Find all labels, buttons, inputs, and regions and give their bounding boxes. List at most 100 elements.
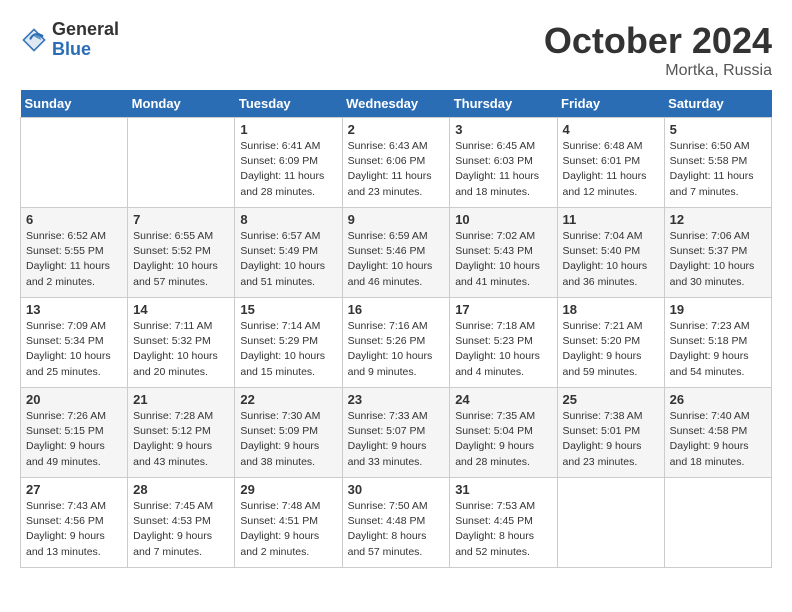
day-info: Sunrise: 7:33 AM Sunset: 5:07 PM Dayligh… [348, 409, 445, 470]
calendar-cell: 18 Sunrise: 7:21 AM Sunset: 5:20 PM Dayli… [557, 298, 664, 388]
day-number: 26 [670, 392, 766, 407]
day-number: 20 [26, 392, 122, 407]
day-number: 21 [133, 392, 229, 407]
day-number: 8 [240, 212, 336, 227]
calendar-cell [21, 118, 128, 208]
calendar-cell: 25Sunrise: 7:38 AM Sunset: 5:01 PM Dayli… [557, 388, 664, 478]
day-number: 9 [348, 212, 445, 227]
logo-blue: Blue [52, 40, 119, 60]
calendar-cell: 27Sunrise: 7:43 AM Sunset: 4:56 PM Dayli… [21, 478, 128, 568]
day-info: Sunrise: 7:11 AM Sunset: 5:32 PM Dayligh… [133, 319, 229, 380]
day-info: Sunrise: 7:18 AM Sunset: 5:23 PM Dayligh… [455, 319, 551, 380]
calendar-cell: 9 Sunrise: 6:59 AM Sunset: 5:46 PM Daylig… [342, 208, 450, 298]
day-info: Sunrise: 6:57 AM Sunset: 5:49 PM Dayligh… [240, 229, 336, 290]
weekday-header-wednesday: Wednesday [342, 90, 450, 118]
calendar-cell: 30 Sunrise: 7:50 AM Sunset: 4:48 PM Dayli… [342, 478, 450, 568]
calendar-cell: 8 Sunrise: 6:57 AM Sunset: 5:49 PM Daylig… [235, 208, 342, 298]
calendar-cell: 23Sunrise: 7:33 AM Sunset: 5:07 PM Dayli… [342, 388, 450, 478]
day-info: Sunrise: 6:55 AM Sunset: 5:52 PM Dayligh… [133, 229, 229, 290]
day-info: Sunrise: 7:50 AM Sunset: 4:48 PM Dayligh… [348, 499, 445, 560]
logo-text: General Blue [52, 20, 119, 60]
week-row-3: 13 Sunrise: 7:09 AM Sunset: 5:34 PM Dayli… [21, 298, 772, 388]
day-number: 29 [240, 482, 336, 497]
day-info: Sunrise: 6:52 AM Sunset: 5:55 PM Dayligh… [26, 229, 122, 290]
day-number: 11 [563, 212, 659, 227]
calendar-cell: 10 Sunrise: 7:02 AM Sunset: 5:43 PM Dayli… [450, 208, 557, 298]
calendar-cell: 4 Sunrise: 6:48 AM Sunset: 6:01 PM Daylig… [557, 118, 664, 208]
calendar-cell [664, 478, 771, 568]
day-number: 30 [348, 482, 445, 497]
page-header: General Blue October 2024 Mortka, Russia [20, 20, 772, 80]
calendar-cell: 13 Sunrise: 7:09 AM Sunset: 5:34 PM Dayli… [21, 298, 128, 388]
logo-general: General [52, 20, 119, 40]
week-row-2: 6 Sunrise: 6:52 AM Sunset: 5:55 PM Daylig… [21, 208, 772, 298]
calendar-table: SundayMondayTuesdayWednesdayThursdayFrid… [20, 90, 772, 568]
week-row-5: 27Sunrise: 7:43 AM Sunset: 4:56 PM Dayli… [21, 478, 772, 568]
calendar-cell: 24 Sunrise: 7:35 AM Sunset: 5:04 PM Dayli… [450, 388, 557, 478]
calendar-cell: 28 Sunrise: 7:45 AM Sunset: 4:53 PM Dayli… [128, 478, 235, 568]
calendar-cell [557, 478, 664, 568]
day-info: Sunrise: 6:41 AM Sunset: 6:09 PM Dayligh… [240, 139, 336, 200]
day-number: 14 [133, 302, 229, 317]
day-number: 27 [26, 482, 122, 497]
day-info: Sunrise: 6:48 AM Sunset: 6:01 PM Dayligh… [563, 139, 659, 200]
day-info: Sunrise: 6:45 AM Sunset: 6:03 PM Dayligh… [455, 139, 551, 200]
calendar-cell: 3 Sunrise: 6:45 AM Sunset: 6:03 PM Daylig… [450, 118, 557, 208]
calendar-cell: 6 Sunrise: 6:52 AM Sunset: 5:55 PM Daylig… [21, 208, 128, 298]
day-info: Sunrise: 7:14 AM Sunset: 5:29 PM Dayligh… [240, 319, 336, 380]
day-number: 16 [348, 302, 445, 317]
day-info: Sunrise: 7:40 AM Sunset: 4:58 PM Dayligh… [670, 409, 766, 470]
day-info: Sunrise: 7:26 AM Sunset: 5:15 PM Dayligh… [26, 409, 122, 470]
day-info: Sunrise: 7:30 AM Sunset: 5:09 PM Dayligh… [240, 409, 336, 470]
day-info: Sunrise: 7:21 AM Sunset: 5:20 PM Dayligh… [563, 319, 659, 380]
day-info: Sunrise: 7:45 AM Sunset: 4:53 PM Dayligh… [133, 499, 229, 560]
calendar-cell [128, 118, 235, 208]
day-info: Sunrise: 7:02 AM Sunset: 5:43 PM Dayligh… [455, 229, 551, 290]
calendar-cell: 17 Sunrise: 7:18 AM Sunset: 5:23 PM Dayli… [450, 298, 557, 388]
day-number: 3 [455, 122, 551, 137]
day-number: 4 [563, 122, 659, 137]
day-number: 10 [455, 212, 551, 227]
day-info: Sunrise: 7:35 AM Sunset: 5:04 PM Dayligh… [455, 409, 551, 470]
day-number: 28 [133, 482, 229, 497]
day-number: 17 [455, 302, 551, 317]
weekday-header-saturday: Saturday [664, 90, 771, 118]
day-info: Sunrise: 6:59 AM Sunset: 5:46 PM Dayligh… [348, 229, 445, 290]
calendar-cell: 21Sunrise: 7:28 AM Sunset: 5:12 PM Dayli… [128, 388, 235, 478]
weekday-header-row: SundayMondayTuesdayWednesdayThursdayFrid… [21, 90, 772, 118]
day-info: Sunrise: 7:48 AM Sunset: 4:51 PM Dayligh… [240, 499, 336, 560]
day-number: 24 [455, 392, 551, 407]
calendar-cell: 15 Sunrise: 7:14 AM Sunset: 5:29 PM Dayli… [235, 298, 342, 388]
day-info: Sunrise: 7:06 AM Sunset: 5:37 PM Dayligh… [670, 229, 766, 290]
weekday-header-tuesday: Tuesday [235, 90, 342, 118]
day-number: 5 [670, 122, 766, 137]
day-number: 12 [670, 212, 766, 227]
day-number: 18 [563, 302, 659, 317]
calendar-cell: 31Sunrise: 7:53 AM Sunset: 4:45 PM Dayli… [450, 478, 557, 568]
week-row-4: 20 Sunrise: 7:26 AM Sunset: 5:15 PM Dayli… [21, 388, 772, 478]
day-info: Sunrise: 6:50 AM Sunset: 5:58 PM Dayligh… [670, 139, 766, 200]
calendar-cell: 16 Sunrise: 7:16 AM Sunset: 5:26 PM Dayli… [342, 298, 450, 388]
day-number: 22 [240, 392, 336, 407]
day-info: Sunrise: 7:38 AM Sunset: 5:01 PM Dayligh… [563, 409, 659, 470]
calendar-cell: 29 Sunrise: 7:48 AM Sunset: 4:51 PM Dayli… [235, 478, 342, 568]
location: Mortka, Russia [544, 62, 772, 80]
day-number: 6 [26, 212, 122, 227]
calendar-cell: 22 Sunrise: 7:30 AM Sunset: 5:09 PM Dayli… [235, 388, 342, 478]
day-info: Sunrise: 7:09 AM Sunset: 5:34 PM Dayligh… [26, 319, 122, 380]
day-number: 7 [133, 212, 229, 227]
calendar-cell: 20 Sunrise: 7:26 AM Sunset: 5:15 PM Dayli… [21, 388, 128, 478]
weekday-header-thursday: Thursday [450, 90, 557, 118]
calendar-cell: 11Sunrise: 7:04 AM Sunset: 5:40 PM Dayli… [557, 208, 664, 298]
calendar-cell: 2Sunrise: 6:43 AM Sunset: 6:06 PM Daylig… [342, 118, 450, 208]
day-number: 13 [26, 302, 122, 317]
day-number: 2 [348, 122, 445, 137]
calendar-cell: 19Sunrise: 7:23 AM Sunset: 5:18 PM Dayli… [664, 298, 771, 388]
calendar-cell: 1Sunrise: 6:41 AM Sunset: 6:09 PM Daylig… [235, 118, 342, 208]
day-number: 15 [240, 302, 336, 317]
day-number: 19 [670, 302, 766, 317]
logo: General Blue [20, 20, 119, 60]
weekday-header-monday: Monday [128, 90, 235, 118]
day-info: Sunrise: 7:16 AM Sunset: 5:26 PM Dayligh… [348, 319, 445, 380]
calendar-cell: 7 Sunrise: 6:55 AM Sunset: 5:52 PM Daylig… [128, 208, 235, 298]
